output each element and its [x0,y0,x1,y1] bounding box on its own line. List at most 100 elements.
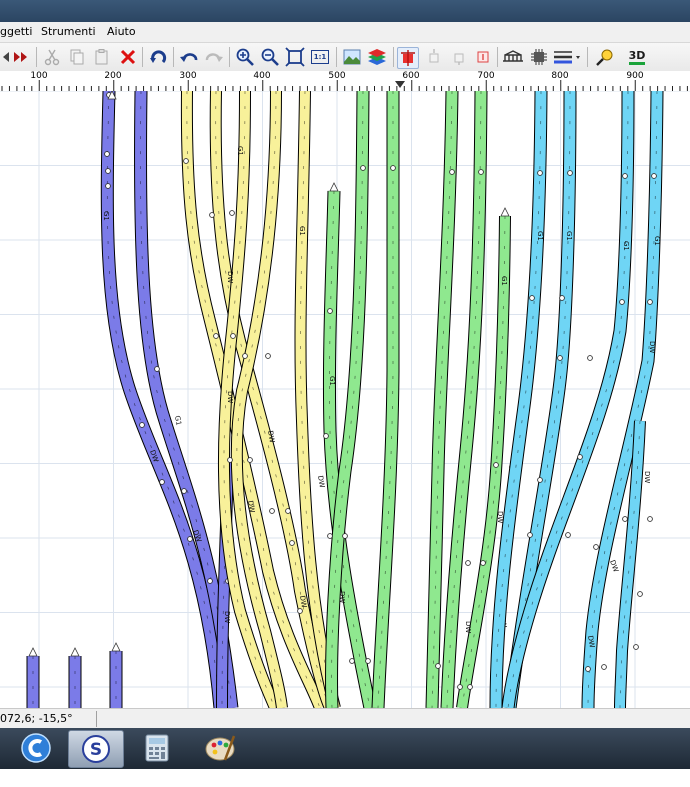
track-joint[interactable] [349,658,355,664]
track-joint[interactable] [242,353,248,359]
track-joint[interactable] [327,308,333,314]
track-joint[interactable] [593,544,599,550]
track-joint[interactable] [289,540,295,546]
tool-b-icon[interactable] [448,46,470,68]
track-joint[interactable] [529,295,535,301]
track-joint[interactable] [527,532,533,538]
bridge-icon[interactable] [502,46,524,68]
zoom-in-icon[interactable] [234,46,256,68]
track-joint[interactable] [467,684,473,690]
track-joint[interactable] [457,684,463,690]
track-joint[interactable] [230,333,236,339]
track-joint[interactable] [213,333,219,339]
track-joint[interactable] [105,168,111,174]
track-joint[interactable] [537,477,543,483]
menu-oggetti[interactable]: ggetti [0,25,32,38]
track-joint[interactable] [247,457,253,463]
move-forward-icon[interactable] [10,46,32,68]
track-joint[interactable] [227,457,233,463]
track-plan-canvas[interactable]: G1 DW G1 DW DW G1 DW G1 DW DW DW DW G1 DW DW G1 DW DW DW G1… [0,91,690,708]
track-joint[interactable] [493,462,499,468]
track-joint[interactable] [105,183,111,189]
track-label: DW [338,591,346,603]
undo-icon[interactable] [178,46,200,68]
track-joint[interactable] [577,454,583,460]
layers-icon[interactable] [366,46,388,68]
rotate-icon[interactable] [148,46,170,68]
track-label: DW [608,559,620,573]
track-joint[interactable] [622,173,628,179]
track-joint[interactable] [559,295,565,301]
track-joint[interactable] [323,433,329,439]
track-joint[interactable] [207,578,213,584]
track-joint[interactable] [285,508,291,514]
zoom-1to1-icon[interactable]: 1:1 [309,46,331,68]
track-joint[interactable] [622,516,628,522]
track-joint[interactable] [181,488,187,494]
track-joint[interactable] [265,353,271,359]
taskbar-app-s-icon[interactable]: S [68,730,124,768]
tool-a-icon[interactable] [423,46,445,68]
track-label: DW [464,621,472,633]
track-joint[interactable] [327,533,333,539]
cut-icon[interactable] [41,46,63,68]
track-joint[interactable] [365,658,371,664]
track-joint[interactable] [637,591,643,597]
track-joint[interactable] [619,299,625,305]
track-joint[interactable] [478,169,484,175]
track-joint[interactable] [297,608,303,614]
track-joint[interactable] [633,644,639,650]
track-joint[interactable] [139,422,145,428]
taskbar: S [0,728,690,769]
status-coordinates: 072,6; -15,5° [0,712,73,725]
copy-icon[interactable] [66,46,88,68]
track-joint[interactable] [585,666,591,672]
track-joint[interactable] [567,170,573,176]
track-joint[interactable] [187,536,193,542]
line-style-icon[interactable] [552,46,582,68]
taskbar-app-c-icon[interactable] [12,730,60,766]
ruler-cursor-marker [395,81,405,88]
track-joint[interactable] [651,173,657,179]
chip-icon[interactable] [528,46,550,68]
track-joint[interactable] [342,533,348,539]
track-joint[interactable] [537,170,543,176]
paste-icon[interactable] [91,46,113,68]
track-joint[interactable] [647,516,653,522]
track-joint[interactable] [465,560,471,566]
track-joint[interactable] [435,663,441,669]
track-plan-drawing[interactable]: G1DWG1DWDWG1DWG1DWDWDWDWG1DWDWG1DWDW DWG1… [0,91,690,708]
track-joint[interactable] [480,560,486,566]
taskbar-calculator-icon[interactable] [130,730,184,766]
track-joint[interactable] [601,664,607,670]
3d-view-icon[interactable]: 3D [624,46,650,68]
track-joint[interactable] [229,210,235,216]
track-tool-icon[interactable] [397,47,419,69]
zoom-fit-icon[interactable] [284,46,306,68]
ruler-label: 100 [30,71,48,81]
track-joint[interactable] [647,299,653,305]
menu-strumenti[interactable]: Strumenti [41,25,96,38]
menu-aiuto[interactable]: Aiuto [107,25,136,38]
track-joint[interactable] [587,355,593,361]
tool-c-icon[interactable] [472,46,494,68]
track-joint[interactable] [557,355,563,361]
track-joint[interactable] [390,165,396,171]
zoom-out-icon[interactable] [259,46,281,68]
track-joint[interactable] [565,532,571,538]
track-joint[interactable] [269,508,275,514]
taskbar-paint-icon[interactable] [193,730,247,766]
track-joint[interactable] [154,366,160,372]
redo-icon[interactable] [203,46,225,68]
track-joint[interactable] [159,479,165,485]
background-image-icon[interactable] [341,46,363,68]
track-joint[interactable] [183,158,189,164]
delete-icon[interactable] [117,46,139,68]
track-label: G1 [173,415,183,426]
track-joint[interactable] [104,151,110,157]
measure-icon[interactable] [594,46,616,68]
track-joint[interactable] [209,212,215,218]
track-label: DW [223,611,231,623]
track-joint[interactable] [449,169,455,175]
track-joint[interactable] [360,165,366,171]
